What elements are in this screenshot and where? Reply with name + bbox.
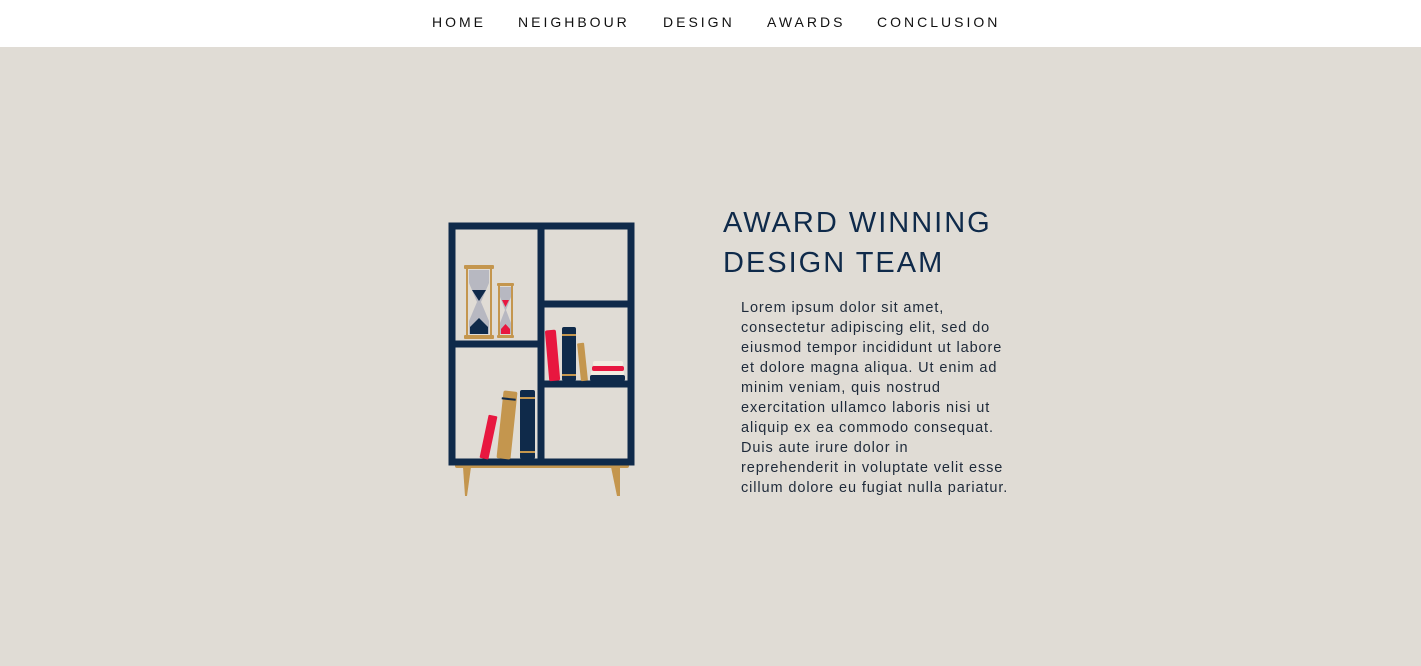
shelf-leg-left [463, 467, 471, 496]
body-line: exercitation ullamco laboris nisi ut [741, 400, 991, 416]
body-line: aliquip ex ea commodo consequat. [741, 420, 994, 436]
body-line: minim veniam, quis nostrud [741, 380, 941, 396]
body-line: consectetur adipiscing elit, sed do [741, 320, 991, 336]
award-section: AWARD WINNING DESIGN TEAM Lorem ipsum do… [0, 47, 1421, 666]
body-line: Duis aute irure dolor in [741, 440, 909, 456]
hourglass-large-icon [464, 265, 494, 339]
heading-line: AWARD WINNING [723, 207, 992, 239]
top-navigation-bar: HOME NEIGHBOUR DESIGN AWARDS CONCLUSION [0, 0, 1421, 47]
nav-item-awards[interactable]: AWARDS [767, 13, 845, 31]
hourglass-small-icon [497, 283, 514, 338]
nav-item-neighbour[interactable]: NEIGHBOUR [518, 13, 630, 31]
section-body-text: Lorem ipsum dolor sit amet, consectetur … [741, 298, 1041, 498]
nav-list: HOME NEIGHBOUR DESIGN AWARDS CONCLUSION [0, 0, 1421, 47]
body-line: eiusmod tempor incididunt ut labore [741, 340, 1003, 356]
nav-item-conclusion[interactable]: CONCLUSION [877, 13, 1000, 31]
section-heading: AWARD WINNING DESIGN TEAM [723, 203, 1063, 283]
nav-item-design[interactable]: DESIGN [663, 13, 735, 31]
books-right-shelf [545, 327, 625, 382]
body-line: Lorem ipsum dolor sit amet, [741, 300, 945, 316]
heading-line: DESIGN TEAM [723, 247, 945, 279]
body-line: cillum dolore eu fugiat nulla pariatur. [741, 480, 1009, 496]
books-left-shelf [479, 390, 535, 460]
body-line: reprehenderit in voluptate velit esse [741, 460, 1004, 476]
body-line: et dolore magna aliqua. Ut enim ad [741, 360, 998, 376]
shelf-leg-right [611, 467, 620, 496]
bookshelf-illustration [448, 222, 635, 496]
nav-item-home[interactable]: HOME [432, 13, 486, 31]
